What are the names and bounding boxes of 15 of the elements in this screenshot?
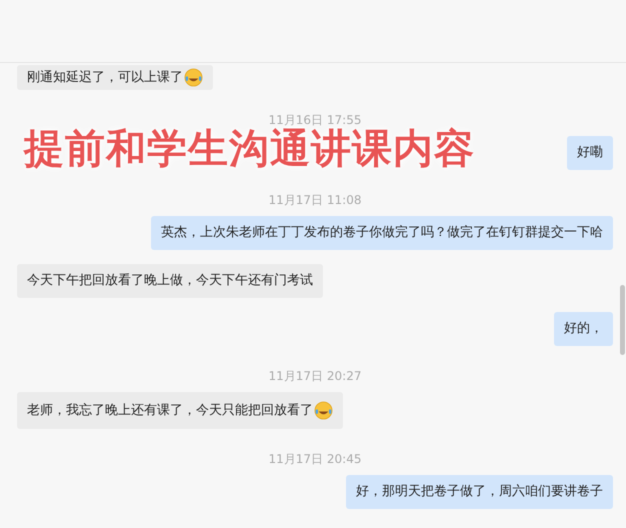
message-bubble: 刚通知延迟了，可以上课了: [17, 65, 213, 90]
timestamp: 11月17日 11:08: [268, 192, 362, 208]
message-bubble: 好嘞: [567, 136, 613, 170]
scrollbar[interactable]: [620, 285, 625, 355]
message-bubble: 好，那明天把卷子做了，周六咱们要讲卷子: [346, 475, 613, 509]
emoji-icon: [184, 68, 203, 87]
caption-text: 提前和学生沟通讲课内容: [24, 128, 475, 170]
message-bubble: 今天下午把回放看了晚上做，今天下午还有门考试: [17, 264, 323, 298]
message-bubble: 老师，我忘了晚上还有课了，今天只能把回放看了: [17, 392, 343, 429]
emoji-icon: [314, 401, 333, 420]
timestamp: 11月17日 20:27: [268, 368, 362, 384]
timestamp: 11月16日 17:55: [268, 112, 362, 128]
message-bubble: 英杰，上次朱老师在丁丁发布的卷子你做完了吗？做完了在钉钉群提交一下哈: [151, 216, 613, 250]
message-bubble: 好的，: [554, 312, 613, 346]
timestamp: 11月17日 20:45: [268, 451, 362, 467]
